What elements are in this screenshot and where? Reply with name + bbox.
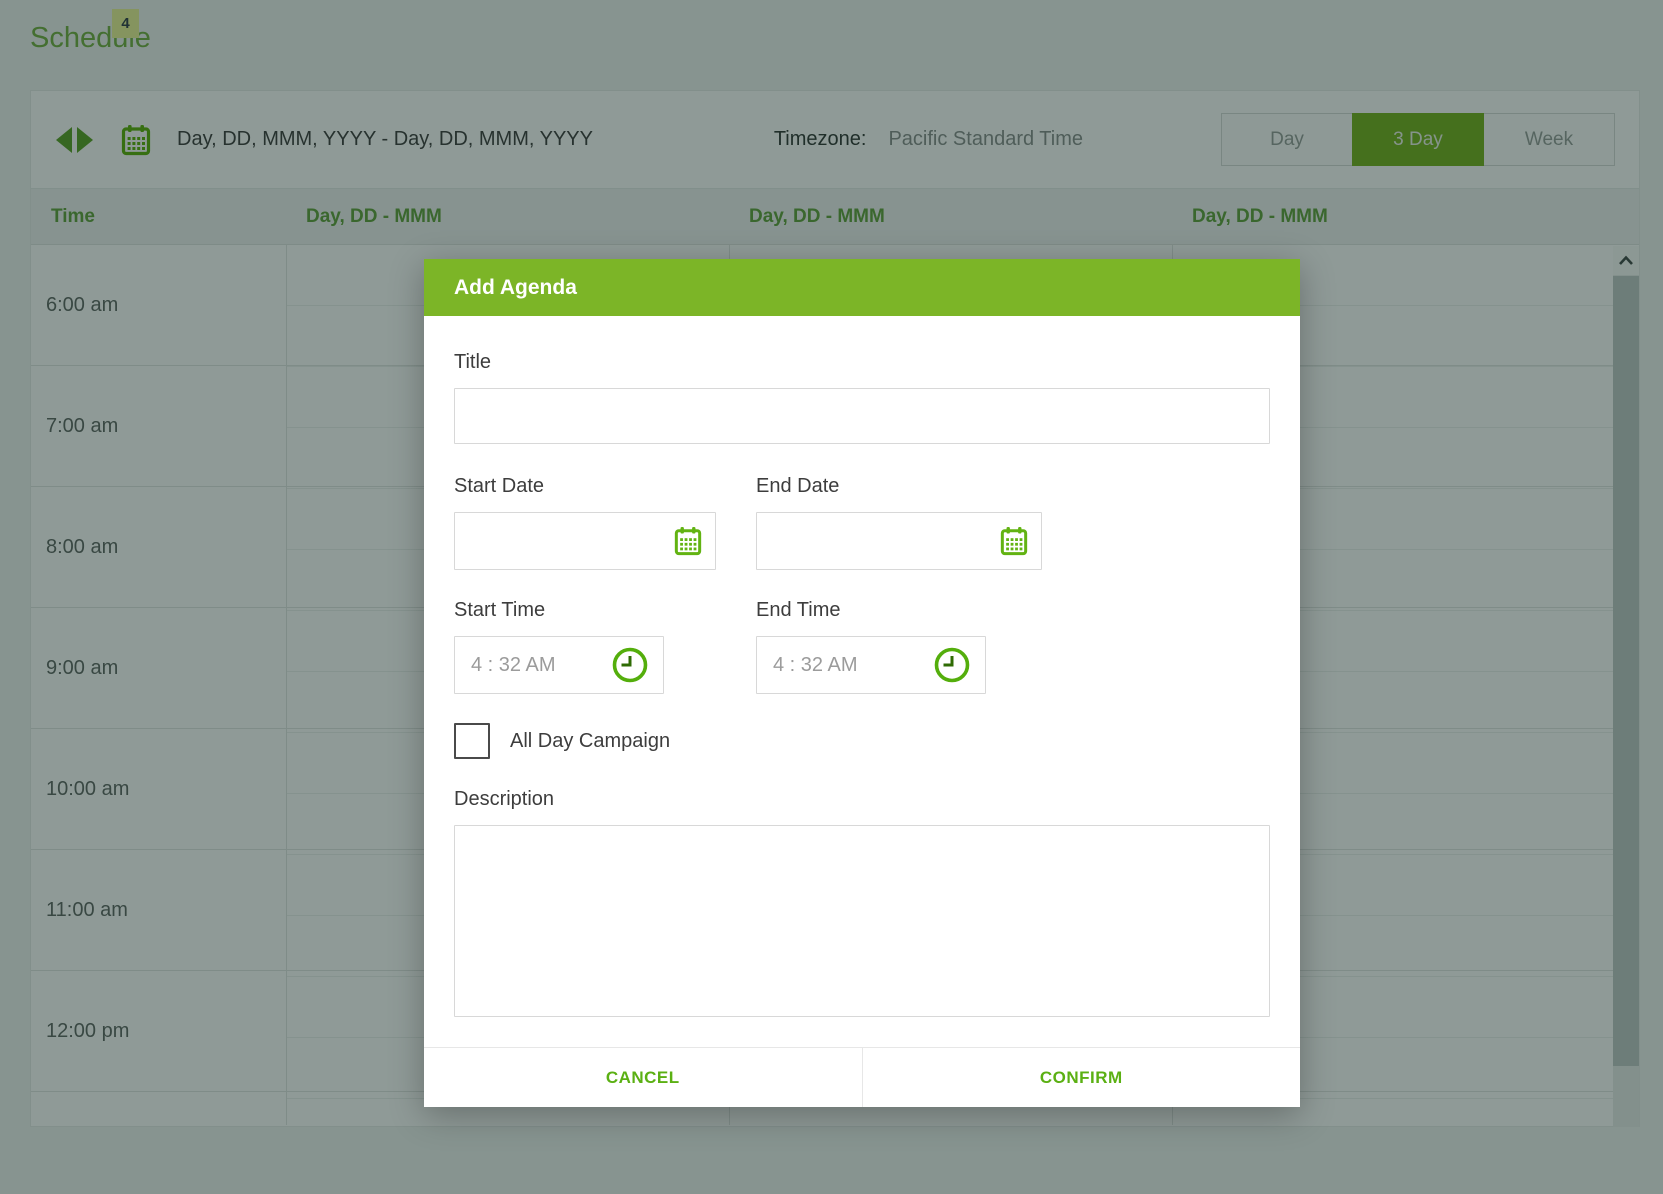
cancel-button[interactable]: CANCEL [424,1048,862,1107]
end-date-input[interactable] [757,513,1041,569]
end-time-label: End Time [756,599,1058,622]
title-input[interactable] [454,388,1270,444]
dialog-body: Title Start Date [424,316,1300,1022]
start-time-box [454,636,664,694]
start-date-box [454,512,716,570]
description-label: Description [454,788,1270,811]
dialog-footer: CANCEL CONFIRM [424,1047,1300,1107]
start-time-label: Start Time [454,599,756,622]
description-textarea[interactable] [454,825,1270,1017]
add-agenda-dialog: Add Agenda Title Start Date [424,259,1300,1107]
clock-icon [932,645,972,685]
start-date-label: Start Date [454,475,756,498]
start-date-picker-button[interactable] [674,526,702,556]
dialog-title: Add Agenda [424,259,1300,316]
title-field-label: Title [454,351,1270,374]
end-date-picker-button[interactable] [1000,526,1028,556]
start-time-picker-button[interactable] [610,645,650,685]
end-date-box [756,512,1042,570]
clock-icon [610,645,650,685]
end-time-box [756,636,986,694]
all-day-checkbox[interactable] [454,723,490,759]
end-time-picker-button[interactable] [932,645,972,685]
confirm-button[interactable]: CONFIRM [862,1048,1301,1107]
calendar-icon [674,526,702,556]
all-day-label: All Day Campaign [510,730,670,753]
end-date-label: End Date [756,475,1058,498]
calendar-icon [1000,526,1028,556]
